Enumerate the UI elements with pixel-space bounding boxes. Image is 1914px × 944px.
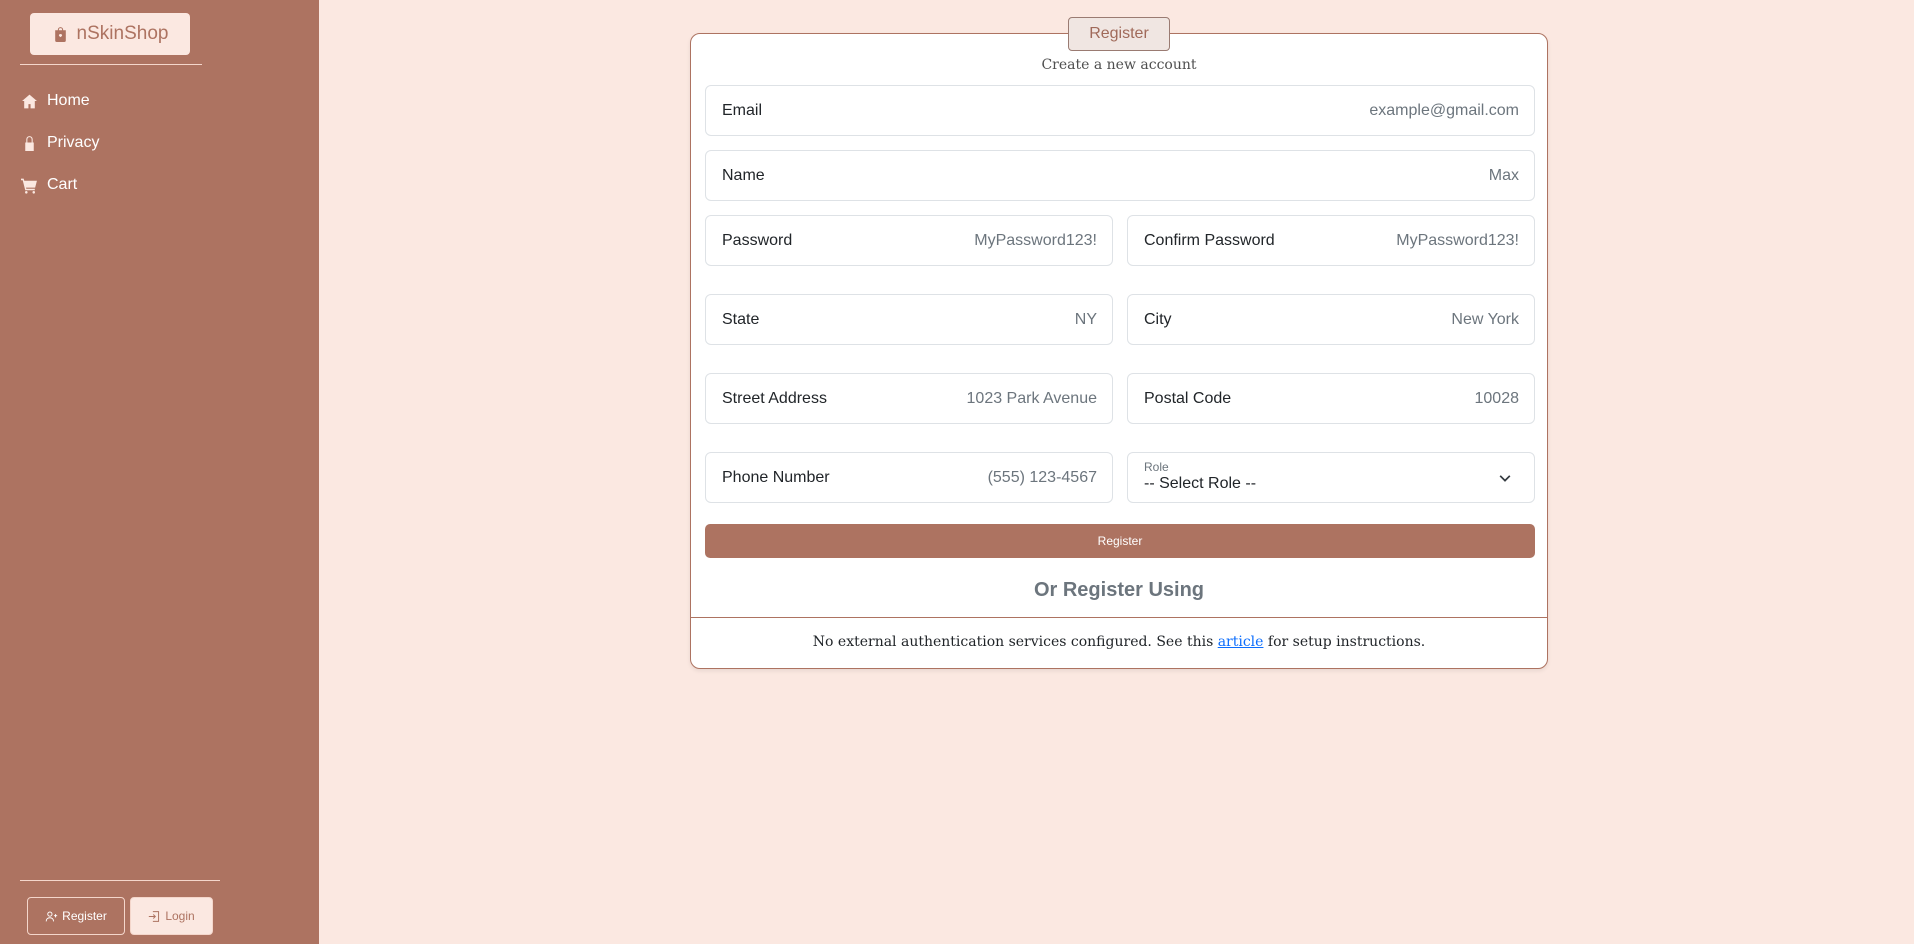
city-label: City [1144,310,1172,328]
password-field[interactable]: Password MyPassword123! [705,215,1113,266]
role-label: Role [1144,460,1169,474]
card-subtitle: Create a new account [1041,57,1197,73]
login-icon [149,910,160,922]
name-placeholder: Max [1488,166,1519,184]
role-select[interactable]: Role -- Select Role -- [1127,452,1535,503]
cart-icon [20,176,38,194]
external-auth-note: No external authentication services conf… [691,634,1547,650]
role-selected-value: -- Select Role -- [1144,475,1257,492]
city-placeholder: New York [1451,310,1519,328]
login-button-label: Login [165,909,195,923]
state-field[interactable]: State NY [705,294,1113,345]
brand-name: nSkinShop [76,23,169,44]
chevron-down-icon [1499,475,1511,482]
phone-number-placeholder: (555) 123-4567 [987,468,1097,486]
email-label: Email [722,101,763,119]
article-link[interactable]: article [1218,634,1264,650]
password-placeholder: MyPassword123! [974,231,1097,249]
sidebar-item-cart[interactable]: Cart [0,164,319,206]
postal-code-field[interactable]: Postal Code 10028 [1127,373,1535,424]
confirm-password-label: Confirm Password [1144,231,1275,249]
state-placeholder: NY [1074,310,1097,328]
house-icon [20,92,38,110]
sidebar-item-label: Privacy [47,134,100,151]
phone-number-field[interactable]: Phone Number (555) 123-4567 [705,452,1113,503]
register-submit-button[interactable]: Register [705,524,1535,558]
email-placeholder: example@gmail.com [1369,101,1519,119]
shopping-bag-icon [54,26,66,42]
password-label: Password [722,231,793,249]
sidebar-nav: Home Privacy Cart [0,80,319,206]
sidebar-item-privacy[interactable]: Privacy [0,122,319,164]
name-label: Name [722,166,765,184]
name-field[interactable]: Name Max [705,150,1535,201]
sidebar-bottom-divider [20,880,220,881]
postal-code-placeholder: 10028 [1474,389,1520,407]
lock-icon [20,134,38,152]
or-register-heading: Or Register Using [1033,579,1205,601]
postal-code-label: Postal Code [1144,389,1232,407]
confirm-password-field[interactable]: Confirm Password MyPassword123! [1127,215,1535,266]
brand-button[interactable]: nSkinShop [30,13,190,55]
sidebar-item-label: Cart [47,176,78,193]
city-field[interactable]: City New York [1127,294,1535,345]
register-card: Create a new account Email example@gmail… [690,33,1548,669]
card-divider [691,617,1547,618]
register-tab[interactable]: Register [1068,17,1170,51]
email-field[interactable]: Email example@gmail.com [705,85,1535,136]
register-button[interactable]: Register [27,897,125,935]
street-address-placeholder: 1023 Park Avenue [966,389,1097,407]
street-address-field[interactable]: Street Address 1023 Park Avenue [705,373,1113,424]
confirm-password-placeholder: MyPassword123! [1396,231,1519,249]
external-note-text-before: No external authentication services conf… [812,634,1218,650]
auth-buttons: Register Login [27,897,213,935]
register-button-label: Register [62,909,107,923]
state-label: State [722,310,760,328]
external-note-text-after: for setup instructions. [1263,634,1426,650]
sidebar: nSkinShop Home Privacy Cart Register Log… [0,0,319,944]
phone-number-label: Phone Number [722,468,830,486]
login-button[interactable]: Login [130,897,213,935]
sidebar-item-label: Home [47,92,90,109]
street-address-label: Street Address [722,389,827,407]
brand-divider [20,64,202,65]
sidebar-item-home[interactable]: Home [0,80,319,122]
person-plus-icon [45,910,58,921]
